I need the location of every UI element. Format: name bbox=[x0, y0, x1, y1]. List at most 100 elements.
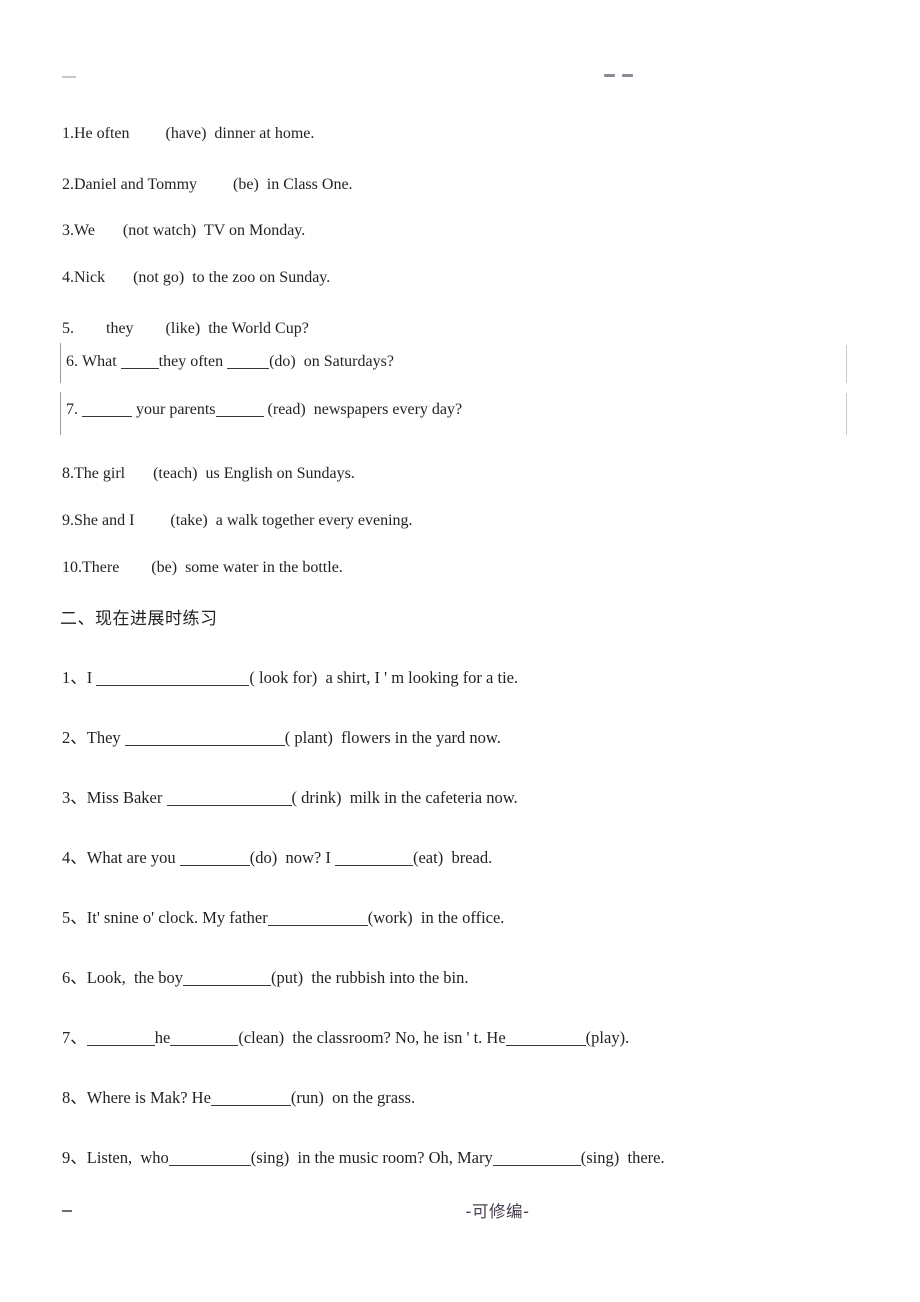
answer-blank[interactable] bbox=[120, 353, 159, 370]
item-number: 9. bbox=[62, 512, 74, 529]
item-text-after: ( drink) milk in the cafeteria now. bbox=[291, 788, 518, 807]
item-text-before: Where is Mak? He bbox=[86, 1088, 211, 1107]
item-number: 1、 bbox=[62, 668, 87, 687]
item-number: 4. bbox=[62, 269, 74, 286]
answer-blank[interactable] bbox=[210, 1090, 291, 1107]
answer-blank[interactable] bbox=[168, 1150, 251, 1167]
exercise-item-6: 6. What they often (do) on Saturdays? bbox=[66, 352, 394, 372]
answer-blank[interactable] bbox=[183, 970, 271, 987]
item-number: 5. bbox=[62, 320, 74, 337]
header-left-mark bbox=[62, 76, 76, 78]
answer-blank[interactable] bbox=[505, 1030, 586, 1047]
item-text-after: (do) now? I bbox=[249, 848, 335, 867]
item-text-after: (run) on the grass. bbox=[290, 1088, 416, 1107]
item-number: 1. bbox=[62, 125, 74, 142]
item-text-after: (sing) in the music room? Oh, Mary bbox=[250, 1148, 493, 1167]
exercise2-item-8: 8、Where is Mak? He (run) on the grass. bbox=[62, 1088, 415, 1108]
item-text-suffix: (read) newspapers every day? bbox=[263, 401, 463, 418]
item-text: they (like) the World Cup? bbox=[74, 320, 309, 337]
exercise2-item-9: 9、Listen, who (sing) in the music room? O… bbox=[62, 1148, 665, 1168]
item-text: He often (have) dinner at home. bbox=[74, 125, 315, 142]
item-number: 4、 bbox=[62, 848, 87, 867]
footer-text: -可修编- bbox=[465, 1202, 530, 1221]
header-center-marks bbox=[604, 74, 633, 77]
item-text-before: I bbox=[86, 668, 97, 687]
item-text-after2: (play). bbox=[585, 1028, 630, 1047]
item-number: 6. bbox=[66, 353, 78, 370]
exercise2-item-6: 6、Look, the boy (put) the rubbish into th… bbox=[62, 968, 469, 988]
answer-blank[interactable] bbox=[96, 670, 250, 687]
item-text-before: Listen, who bbox=[86, 1148, 169, 1167]
item-text-after2: (sing) there. bbox=[580, 1148, 665, 1167]
item-text-mid: they often bbox=[158, 353, 228, 370]
section-heading-present-continuous: 二、现在进展时练习 bbox=[60, 609, 218, 629]
item-number: 2、 bbox=[62, 728, 87, 747]
answer-blank[interactable] bbox=[124, 730, 285, 747]
exercise-item-3: 3.We (not watch) TV on Monday. bbox=[62, 221, 305, 241]
item-text-mid: he bbox=[154, 1028, 171, 1047]
item-text-after: (put) the rubbish into the bin. bbox=[271, 968, 469, 987]
item-text-after: ( look for) a shirt, I ' m looking for a… bbox=[249, 668, 519, 687]
item-number: 7. bbox=[66, 401, 78, 418]
header-mark-1 bbox=[604, 74, 615, 77]
answer-blank[interactable] bbox=[82, 401, 132, 418]
item-text-suffix: (do) on Saturdays? bbox=[269, 353, 394, 370]
item-number: 10. bbox=[62, 559, 82, 576]
page-footer: -可修编- bbox=[0, 1198, 920, 1228]
answer-blank[interactable] bbox=[492, 1150, 581, 1167]
exercise-item-10: 10.There (be) some water in the bottle. bbox=[62, 558, 343, 578]
exercise-item-4: 4.Nick (not go) to the zoo on Sunday. bbox=[62, 268, 330, 288]
item-number: 9、 bbox=[62, 1148, 87, 1167]
item-text-before: What are you bbox=[86, 848, 180, 867]
item-text-after: (clean) the classroom? No, he isn ' t. H… bbox=[238, 1028, 506, 1047]
item-text: The girl (teach) us English on Sundays. bbox=[74, 465, 355, 482]
exercise2-item-4: 4、What are you (do) now? I (eat) bread. bbox=[62, 848, 492, 868]
item-number: 7、 bbox=[62, 1028, 87, 1047]
item-text-before: It' snine o' clock. My father bbox=[86, 908, 268, 927]
item-text: We (not watch) TV on Monday. bbox=[74, 222, 306, 239]
exercise-item-5: 5. they (like) the World Cup? bbox=[62, 319, 309, 339]
item-text: Nick (not go) to the zoo on Sunday. bbox=[74, 269, 331, 286]
item-number: 3. bbox=[62, 222, 74, 239]
item-number: 3、 bbox=[62, 788, 87, 807]
exercise2-item-7: 7、 he (clean) the classroom? No, he isn ' … bbox=[62, 1028, 629, 1048]
exercise2-item-3: 3、Miss Baker ( drink) milk in the cafete… bbox=[62, 788, 518, 808]
change-bar-left-item7 bbox=[60, 392, 61, 435]
item-text-before: They bbox=[86, 728, 125, 747]
item-number: 2. bbox=[62, 176, 74, 193]
answer-blank[interactable] bbox=[334, 850, 413, 867]
item-text-mid: your parents bbox=[132, 401, 216, 418]
item-number: 5、 bbox=[62, 908, 87, 927]
item-text-after: ( plant) flowers in the yard now. bbox=[284, 728, 501, 747]
exercise2-item-5: 5、It' snine o' clock. My father (work) in… bbox=[62, 908, 504, 928]
answer-blank[interactable] bbox=[166, 790, 292, 807]
item-number: 8. bbox=[62, 465, 74, 482]
exercise2-item-2: 2、They ( plant) flowers in the yard now. bbox=[62, 728, 501, 748]
item-text: There (be) some water in the bottle. bbox=[82, 559, 343, 576]
exercise-item-2: 2.Daniel and Tommy (be) in Class One. bbox=[62, 175, 353, 195]
change-bar-right-item7 bbox=[846, 393, 847, 435]
exercise2-item-1: 1、I ( look for) a shirt, I ' m looking f… bbox=[62, 668, 518, 688]
exercise-item-1: 1.He often (have) dinner at home. bbox=[62, 124, 314, 144]
answer-blank[interactable] bbox=[267, 910, 368, 927]
item-text-after: (work) in the office. bbox=[367, 908, 505, 927]
change-bar-right-item6 bbox=[846, 345, 847, 383]
exercise-item-8: 8.The girl (teach) us English on Sundays… bbox=[62, 464, 355, 484]
answer-blank[interactable] bbox=[86, 1030, 155, 1047]
change-bar-left-item6 bbox=[60, 343, 61, 383]
item-text-prefix: What bbox=[82, 353, 121, 370]
item-number: 8、 bbox=[62, 1088, 87, 1107]
answer-blank[interactable] bbox=[215, 401, 264, 418]
exercise-item-9: 9.She and I (take) a walk together every… bbox=[62, 511, 413, 531]
item-number: 6、 bbox=[62, 968, 87, 987]
document-page: 1.He often (have) dinner at home. 2.Dani… bbox=[0, 0, 920, 1302]
item-text: Daniel and Tommy (be) in Class One. bbox=[74, 176, 353, 193]
header-mark-2 bbox=[622, 74, 633, 77]
item-text-before: Look, the boy bbox=[86, 968, 183, 987]
answer-blank[interactable] bbox=[227, 353, 270, 370]
item-text-before: Miss Baker bbox=[86, 788, 167, 807]
item-text: She and I (take) a walk together every e… bbox=[74, 512, 413, 529]
exercise-item-7: 7. your parents (read) newspapers every … bbox=[66, 400, 462, 420]
answer-blank[interactable] bbox=[170, 1030, 239, 1047]
answer-blank[interactable] bbox=[179, 850, 250, 867]
